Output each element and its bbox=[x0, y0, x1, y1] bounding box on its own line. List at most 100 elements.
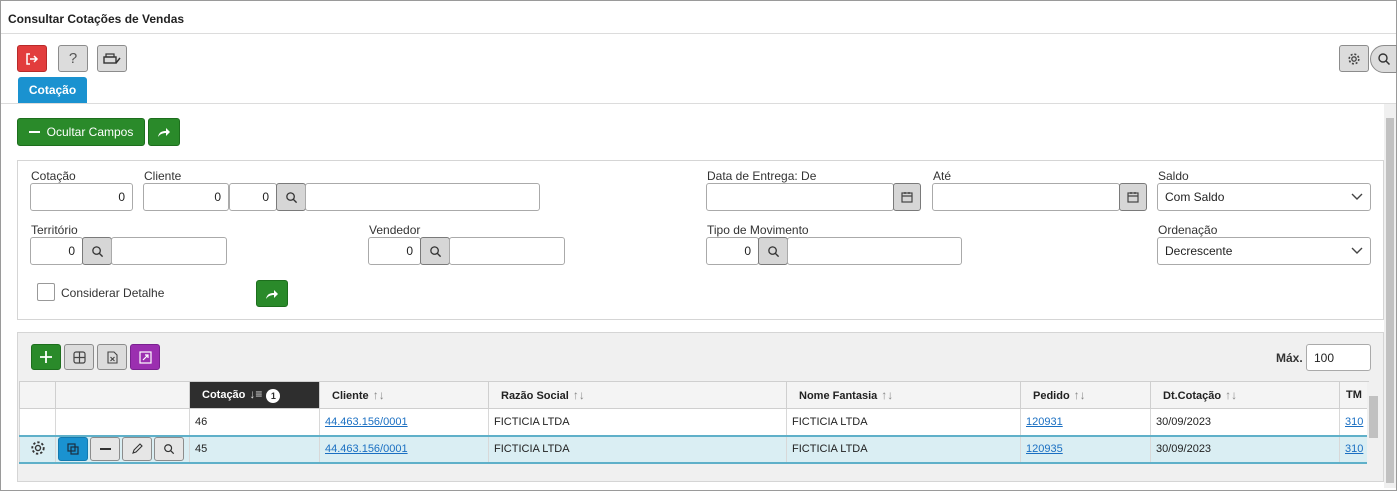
copy-button[interactable] bbox=[58, 437, 88, 461]
minus-icon bbox=[28, 131, 40, 133]
tab-cotacao[interactable]: Cotação bbox=[18, 77, 87, 103]
header-tm-label: TM bbox=[1346, 389, 1362, 401]
saldo-selected: Com Saldo bbox=[1165, 190, 1225, 204]
saldo-label: Saldo bbox=[1158, 169, 1189, 183]
ate-field[interactable] bbox=[932, 183, 1120, 211]
pedido-link[interactable]: 120931 bbox=[1026, 416, 1063, 428]
cliente-field[interactable]: 0 bbox=[143, 183, 229, 211]
data-entrega-calendar-button[interactable] bbox=[893, 183, 921, 211]
cliente-code-field[interactable]: 0 bbox=[229, 183, 277, 211]
data-entrega-label: Data de Entrega: De bbox=[707, 169, 817, 183]
cell-pedido: 120935 bbox=[1020, 434, 1151, 464]
territorio-search-button[interactable] bbox=[82, 237, 112, 265]
cliente-link[interactable]: 44.463.156/0001 bbox=[325, 416, 408, 428]
grid-scrollbar[interactable] bbox=[1367, 382, 1380, 467]
apply-filter-button[interactable] bbox=[256, 280, 288, 307]
row-actions bbox=[55, 408, 190, 436]
view-button[interactable] bbox=[154, 437, 184, 461]
search-icon bbox=[1377, 53, 1390, 66]
remove-button[interactable] bbox=[90, 437, 120, 461]
cell-nome-fantasia: FICTICIA LTDA bbox=[786, 434, 1021, 464]
row-settings[interactable] bbox=[19, 434, 56, 464]
export-excel-button[interactable] bbox=[97, 344, 127, 370]
header-nome-fantasia-label: Nome Fantasia bbox=[799, 390, 878, 402]
edit-button[interactable] bbox=[122, 437, 152, 461]
print-icon bbox=[103, 52, 121, 64]
cotacao-field[interactable]: 0 bbox=[30, 183, 133, 211]
help-label: ? bbox=[68, 50, 78, 67]
hide-fields-button[interactable]: Ocultar Campos bbox=[17, 118, 145, 146]
ate-calendar-button[interactable] bbox=[1119, 183, 1147, 211]
table-row[interactable]: 45 44.463.156/0001 FICTICIA LTDA FICTICI… bbox=[19, 434, 1370, 464]
sort-icon: ↑↓ bbox=[1073, 388, 1086, 402]
ordenacao-label: Ordenação bbox=[1158, 223, 1218, 237]
territorio-field[interactable]: 0 bbox=[30, 237, 83, 265]
header-pedido[interactable]: Pedido ↑↓ bbox=[1020, 381, 1151, 409]
sort-desc-icon: ↓≡ bbox=[249, 387, 263, 402]
data-entrega-field[interactable] bbox=[706, 183, 894, 211]
cell-cotacao: 45 bbox=[189, 434, 320, 464]
header-tm[interactable]: TM bbox=[1338, 381, 1370, 409]
territorio-name-field[interactable] bbox=[111, 237, 227, 265]
considerar-detalhe-checkbox[interactable] bbox=[37, 283, 55, 301]
cell-razao-social: FICTICIA LTDA bbox=[488, 408, 787, 436]
results-table: Cotação ↓≡ 1 Cliente ↑↓ Razão Social ↑↓ Nome… bbox=[19, 381, 1370, 464]
vendedor-field[interactable]: 0 bbox=[368, 237, 421, 265]
cliente-name-field[interactable] bbox=[305, 183, 540, 211]
max-field[interactable]: 100 bbox=[1306, 344, 1371, 371]
vendedor-name-field[interactable] bbox=[449, 237, 565, 265]
cell-pedido: 120931 bbox=[1020, 408, 1151, 436]
print-button[interactable] bbox=[97, 45, 127, 72]
tipo-movimento-search-button[interactable] bbox=[758, 237, 788, 265]
header-dt-cotacao[interactable]: Dt.Cotação ↑↓ bbox=[1150, 381, 1340, 409]
row-spacer bbox=[19, 408, 56, 436]
expand-button[interactable] bbox=[130, 344, 160, 370]
ordenacao-select[interactable]: Decrescente bbox=[1157, 237, 1371, 265]
page-scrollbar[interactable] bbox=[1384, 104, 1396, 488]
header-razao-social[interactable]: Razão Social ↑↓ bbox=[488, 381, 787, 409]
header-pedido-label: Pedido bbox=[1033, 390, 1070, 402]
table-row[interactable]: 46 44.463.156/0001 FICTICIA LTDA FICTICI… bbox=[19, 408, 1370, 436]
minus-icon bbox=[99, 448, 111, 450]
cell-cliente: 44.463.156/0001 bbox=[319, 434, 489, 464]
hide-fields-label: Ocultar Campos bbox=[46, 125, 134, 139]
sort-icon: ↑↓ bbox=[881, 388, 894, 402]
cotacao-label: Cotação bbox=[31, 169, 76, 183]
grid-icon bbox=[72, 350, 86, 364]
pedido-link[interactable]: 120935 bbox=[1026, 443, 1063, 455]
share-arrow-icon bbox=[266, 289, 278, 299]
help-button[interactable]: ? bbox=[58, 45, 88, 72]
tm-link[interactable]: 310 bbox=[1345, 443, 1363, 455]
grid-scrollbar-thumb[interactable] bbox=[1369, 396, 1378, 438]
vendedor-search-button[interactable] bbox=[420, 237, 450, 265]
cell-dt-cotacao: 30/09/2023 bbox=[1150, 408, 1340, 436]
tipo-movimento-field[interactable]: 0 bbox=[706, 237, 759, 265]
exit-button[interactable] bbox=[17, 45, 47, 72]
saldo-select[interactable]: Com Saldo bbox=[1157, 183, 1371, 211]
cliente-search-button[interactable] bbox=[276, 183, 306, 211]
sort-icon: ↑↓ bbox=[372, 388, 385, 402]
calendar-icon bbox=[1127, 192, 1139, 203]
cell-tm: 310 bbox=[1338, 434, 1370, 464]
search-icon bbox=[91, 245, 103, 257]
page-scrollbar-thumb[interactable] bbox=[1386, 118, 1394, 483]
header-cotacao[interactable]: Cotação ↓≡ 1 bbox=[189, 381, 320, 409]
search-icon bbox=[285, 191, 297, 203]
ordenacao-selected: Decrescente bbox=[1165, 244, 1233, 258]
cliente-link[interactable]: 44.463.156/0001 bbox=[325, 443, 408, 455]
add-button[interactable] bbox=[31, 344, 61, 370]
global-search-button[interactable] bbox=[1370, 45, 1397, 73]
considerar-detalhe-label: Considerar Detalhe bbox=[61, 286, 165, 300]
tm-link[interactable]: 310 bbox=[1345, 416, 1363, 428]
vendedor-label: Vendedor bbox=[369, 223, 421, 237]
columns-button[interactable] bbox=[64, 344, 94, 370]
share-button[interactable] bbox=[148, 118, 180, 146]
header-dt-cotacao-label: Dt.Cotação bbox=[1163, 390, 1222, 402]
settings-button[interactable] bbox=[1339, 45, 1369, 72]
expand-icon bbox=[138, 350, 152, 364]
search-icon bbox=[429, 245, 441, 257]
page-title: Consultar Cotações de Vendas bbox=[1, 1, 1396, 34]
header-cliente[interactable]: Cliente ↑↓ bbox=[319, 381, 489, 409]
header-nome-fantasia[interactable]: Nome Fantasia ↑↓ bbox=[786, 381, 1021, 409]
tipo-movimento-name-field[interactable] bbox=[787, 237, 962, 265]
